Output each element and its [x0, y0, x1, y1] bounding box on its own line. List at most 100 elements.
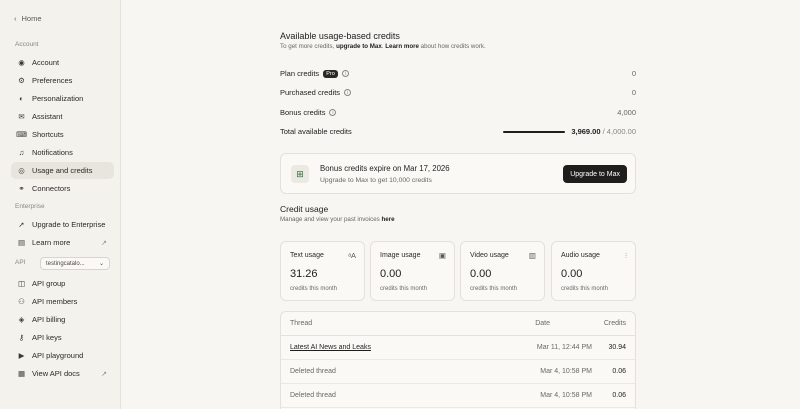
user-circle-icon: ◉: [18, 57, 25, 67]
toggle-icon: ◐: [19, 93, 24, 103]
usage-card-value: 31.26: [290, 268, 318, 280]
usage-card-sub: credits this month: [561, 286, 609, 292]
sidebar-item-shortcuts[interactable]: ⌨ Shortcuts: [11, 126, 114, 143]
banner-subtitle: Upgrade to Max to get 10,000 credits: [320, 177, 432, 184]
upgrade-to-max-button[interactable]: Upgrade to Max: [563, 165, 627, 183]
section-label-api: API: [15, 259, 26, 266]
chevron-down-icon: ⌄: [98, 261, 104, 267]
learn-more-link[interactable]: Learn more: [385, 43, 419, 50]
upgrade-to-max-link[interactable]: upgrade to Max: [336, 43, 382, 50]
col-date[interactable]: Date: [535, 320, 550, 327]
usage-card-value: 0.00: [470, 268, 492, 280]
sidebar-item-account[interactable]: ◉ Account: [11, 54, 114, 71]
row-thread: Deleted thread: [290, 368, 336, 375]
sliders-icon: ⚙: [18, 75, 25, 85]
invoices-link[interactable]: here: [381, 216, 394, 223]
video-icon: ▥: [528, 251, 536, 260]
info-icon[interactable]: i: [344, 89, 352, 96]
sidebar-item-label: Personalization: [32, 94, 84, 103]
usage-card-video: Video usage ▥ 0.00 credits this month: [460, 241, 545, 301]
image-icon: ▣: [438, 251, 446, 260]
row-thread: Deleted thread: [290, 392, 336, 399]
credits-subtitle-text: To get more credits,: [280, 43, 337, 50]
usage-card-title: Audio usage: [561, 252, 600, 259]
sidebar: ‹ Home Account ◉ Account ⚙ Preferences ◐…: [0, 0, 121, 409]
key-icon: ⚷: [18, 332, 25, 342]
sidebar-item-upgrade-to-enterprise[interactable]: ➚ Upgrade to Enterprise: [11, 216, 114, 233]
sidebar-item-api-playground[interactable]: ▶ API playground: [11, 347, 114, 364]
bonus-credits-label: Bonus credits: [280, 108, 326, 117]
sidebar-item-api-keys[interactable]: ⚷ API keys: [11, 329, 114, 346]
sidebar-item-assistant[interactable]: ✉ Assistant: [11, 108, 114, 125]
credit-usage-subtitle: Manage and view your past invoices here: [280, 216, 395, 223]
sidebar-item-api-billing[interactable]: ◈ API billing: [11, 311, 114, 328]
usage-card-sub: credits this month: [380, 286, 428, 292]
usage-card-sub: credits this month: [470, 286, 518, 292]
usage-card-image: Image usage ▣ 0.00 credits this month: [370, 241, 455, 301]
connector-icon: ⚭: [18, 183, 25, 193]
sidebar-item-learn-more[interactable]: ▤ Learn more ↗: [11, 234, 114, 251]
info-icon[interactable]: i: [341, 70, 349, 77]
members-icon: ⚇: [18, 296, 25, 306]
sidebar-item-label: Account: [32, 58, 60, 67]
section-label-enterprise: Enterprise: [15, 203, 45, 210]
sidebar-item-label: API keys: [32, 333, 62, 342]
text-icon: ᵃA: [348, 251, 356, 260]
total-credits-value: 3,969.00: [571, 127, 601, 136]
sidebar-item-api-group[interactable]: ◫ API group: [11, 275, 114, 292]
sidebar-item-label: API group: [32, 279, 66, 288]
external-link-icon: ↗: [101, 239, 107, 247]
row-date: Mar 11, 12:44 PM: [536, 344, 592, 351]
sidebar-item-connectors[interactable]: ⚭ Connectors: [11, 180, 114, 197]
docs-icon: ▦: [17, 368, 26, 378]
sidebar-item-label: API members: [32, 297, 78, 306]
usage-card-value: 0.00: [380, 268, 402, 280]
total-credits-max: / 4,000.00: [602, 127, 636, 136]
table-row: Deleted thread Mar 4, 10:58 PM 0.06: [281, 360, 635, 384]
sidebar-item-label: Connectors: [32, 184, 71, 193]
sidebar-item-label: API billing: [32, 315, 66, 324]
credits-progress-bar: [503, 130, 566, 133]
sidebar-item-label: Shortcuts: [32, 130, 64, 139]
sidebar-item-label: Usage and credits: [32, 166, 93, 175]
sidebar-item-notifications[interactable]: ♫ Notifications: [11, 144, 114, 161]
bonus-credits-value: 4,000: [617, 108, 636, 117]
sidebar-item-label: Learn more: [32, 238, 71, 247]
bell-icon: ♫: [18, 147, 25, 157]
purchased-credits-label: Purchased credits: [280, 88, 341, 97]
group-icon: ◫: [17, 278, 26, 288]
plan-credits-label: Plan credits: [280, 69, 320, 78]
playground-icon: ▶: [18, 350, 25, 360]
credits-title: Available usage-based credits: [280, 31, 400, 41]
banner-title: Bonus credits expire on Mar 17, 2026: [320, 164, 450, 173]
col-thread[interactable]: Thread: [290, 320, 312, 327]
usage-card-text: Text usage ᵃA 31.26 credits this month: [280, 241, 365, 301]
audio-wave-icon: ⫶: [625, 251, 627, 260]
info-icon[interactable]: i: [329, 109, 337, 116]
sidebar-item-view-api-docs[interactable]: ▦ View API docs ↗: [11, 365, 114, 382]
table-row[interactable]: Latest AI News and Leaks Mar 11, 12:44 P…: [281, 336, 635, 360]
row-credits: 0.06: [612, 392, 626, 399]
home-link[interactable]: ‹ Home: [14, 14, 42, 23]
section-label-account: Account: [15, 41, 39, 48]
thread-link[interactable]: Latest AI News and Leaks: [290, 344, 371, 351]
sidebar-item-usage-and-credits[interactable]: ◎ Usage and credits: [11, 162, 114, 179]
credit-usage-subtitle-text: Manage and view your past invoices: [280, 216, 382, 223]
row-credits: 30.94: [608, 344, 626, 351]
total-credits-row: Total available credits 3,969.00 / 4,000…: [280, 127, 636, 136]
usage-card-title: Image usage: [380, 252, 421, 259]
sidebar-item-label: Upgrade to Enterprise: [32, 220, 106, 229]
col-credits[interactable]: Credits: [604, 320, 626, 327]
plan-credits-value: 0: [631, 69, 636, 78]
coins-icon: ◎: [18, 165, 25, 175]
envelope-icon: ✉: [18, 111, 25, 121]
external-link-icon: ↗: [101, 370, 107, 378]
sidebar-item-personalization[interactable]: ◐ Personalization: [11, 90, 114, 107]
chevron-left-icon: ‹: [14, 14, 17, 23]
sidebar-item-api-members[interactable]: ⚇ API members: [11, 293, 114, 310]
table-row: Deleted thread Mar 4, 10:58 PM 0.06: [281, 384, 635, 408]
sidebar-item-preferences[interactable]: ⚙ Preferences: [11, 72, 114, 89]
api-group-select[interactable]: testingcatalo... ⌄: [40, 257, 110, 270]
usage-card-sub: credits this month: [290, 286, 338, 292]
home-label: Home: [21, 14, 42, 23]
